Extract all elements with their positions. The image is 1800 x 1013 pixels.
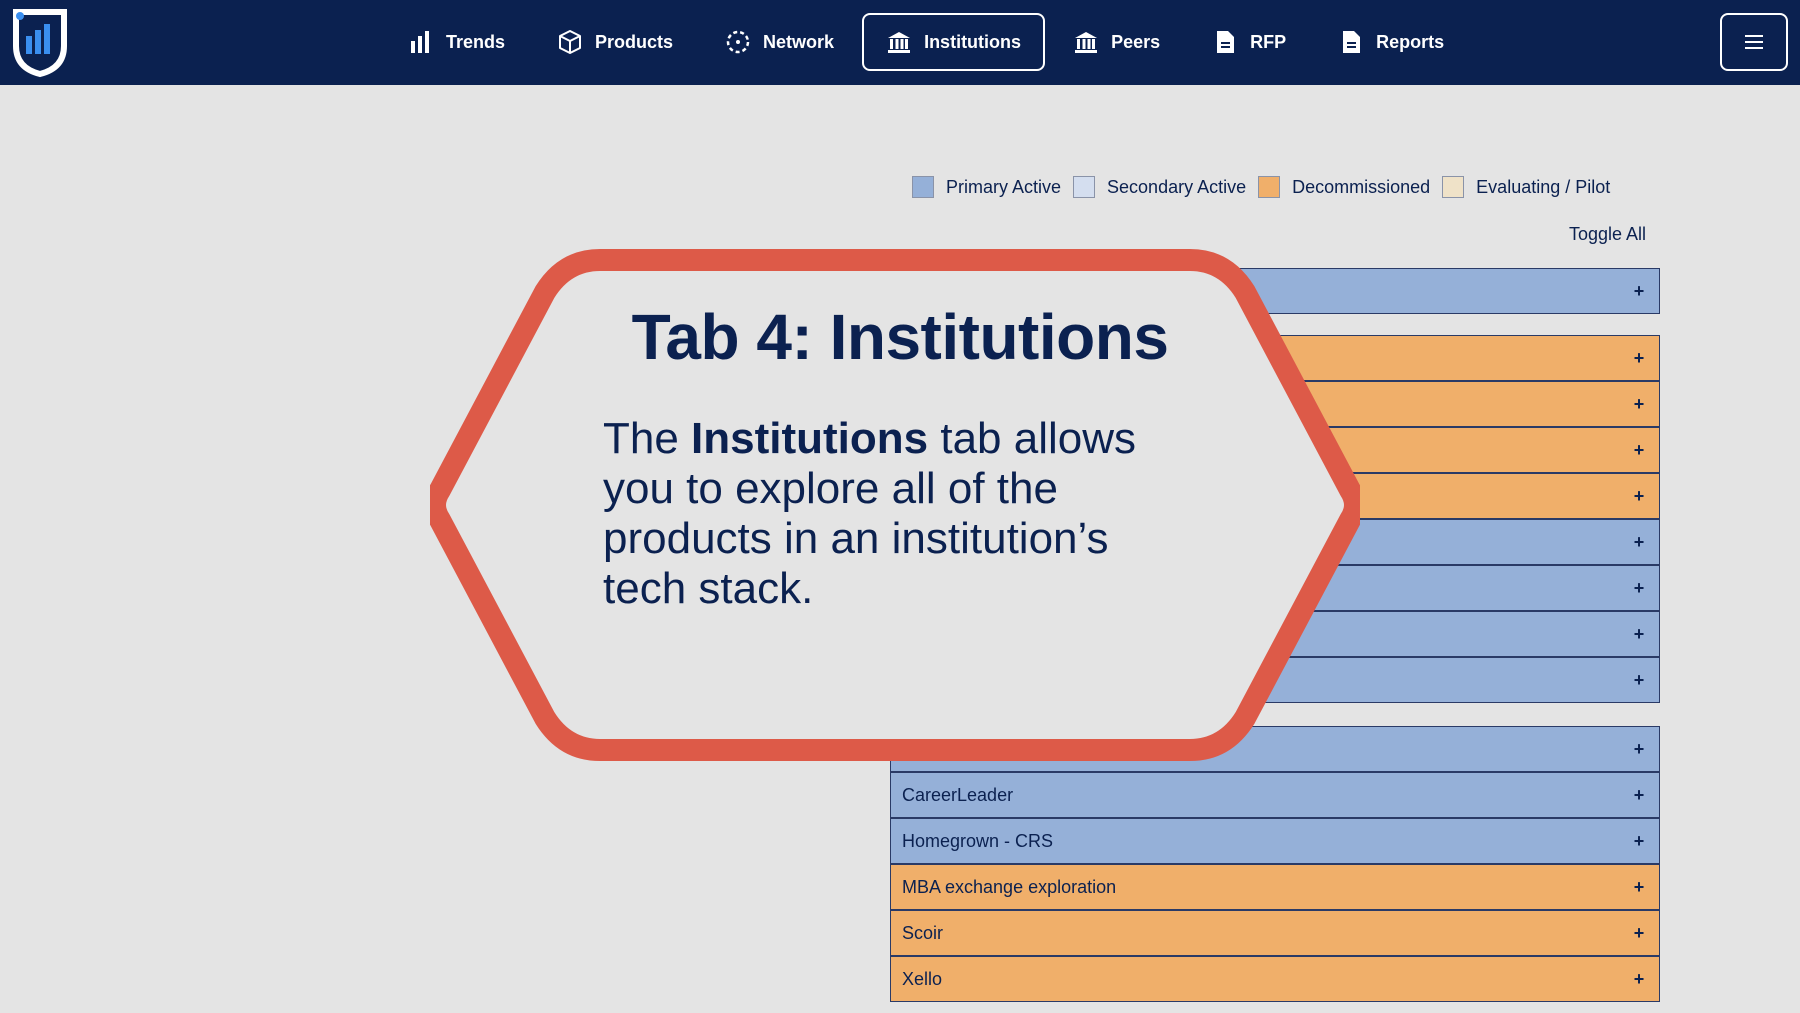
hamburger-icon <box>1745 35 1763 49</box>
nav-label: Peers <box>1111 31 1161 52</box>
product-name: Xello <box>902 968 943 989</box>
expand-plus-icon[interactable]: + <box>1619 785 1659 806</box>
legend-secondary-active: Secondary Active <box>1073 176 1246 198</box>
bank-icon <box>886 29 912 55</box>
product-row[interactable]: Xello + <box>890 956 1660 1002</box>
toggle-all-link[interactable]: Toggle All <box>1569 224 1646 245</box>
bar-chart-icon <box>408 29 434 55</box>
expand-plus-icon[interactable]: + <box>1619 831 1659 852</box>
top-navigation-bar: Trends Products Network Institutions Pee… <box>0 0 1800 85</box>
legend-primary-active: Primary Active <box>912 176 1061 198</box>
nav-institutions[interactable]: Institutions <box>862 13 1046 71</box>
product-name: Scoir <box>902 922 944 943</box>
legend-label: Decommissioned <box>1292 176 1431 197</box>
expand-plus-icon[interactable]: + <box>1619 486 1659 507</box>
app-logo[interactable] <box>8 6 72 78</box>
legend-label: Primary Active <box>946 176 1062 197</box>
nav-label: Products <box>595 31 674 52</box>
legend-swatch <box>1258 176 1281 198</box>
expand-plus-icon[interactable]: + <box>1619 578 1659 599</box>
product-name: MBA exchange exploration <box>902 876 1117 897</box>
product-row[interactable]: CareerLeader + <box>890 772 1660 818</box>
nav-label: Reports <box>1376 31 1445 52</box>
expand-plus-icon[interactable]: + <box>1619 348 1659 369</box>
nav-trends[interactable]: Trends <box>384 13 529 71</box>
product-row[interactable]: Scoir + <box>890 910 1660 956</box>
expand-plus-icon[interactable]: + <box>1619 440 1659 461</box>
main-nav: Trends Products Network Institutions Pee… <box>384 12 1472 72</box>
legend-evaluating-pilot: Evaluating / Pilot <box>1442 176 1610 198</box>
legend-swatch <box>1442 176 1465 198</box>
expand-plus-icon[interactable]: + <box>1619 394 1659 415</box>
network-icon <box>725 29 751 55</box>
nav-rfp[interactable]: RFP <box>1188 13 1310 71</box>
expand-plus-icon[interactable]: + <box>1619 877 1659 898</box>
expand-plus-icon[interactable]: + <box>1619 670 1659 691</box>
legend-swatch <box>912 176 934 198</box>
product-row[interactable]: Homegrown - CRS + <box>890 818 1660 864</box>
expand-plus-icon[interactable]: + <box>1619 281 1659 302</box>
product-row[interactable]: MBA exchange exploration + <box>890 864 1660 910</box>
product-name: Homegrown - CRS <box>902 830 1054 851</box>
document-icon <box>1338 29 1364 55</box>
expand-plus-icon[interactable]: + <box>1619 532 1659 553</box>
callout-body-pre: The <box>603 414 692 463</box>
nav-peers[interactable]: Peers <box>1049 13 1184 71</box>
expand-plus-icon[interactable]: + <box>1619 624 1659 645</box>
box-icon <box>557 29 583 55</box>
nav-label: RFP <box>1250 31 1287 52</box>
shield-chart-logo-icon <box>13 9 67 78</box>
expand-plus-icon[interactable]: + <box>1619 969 1659 990</box>
callout-body-bold: Institutions <box>691 414 929 463</box>
legend-decommissioned: Decommissioned <box>1258 176 1430 198</box>
legend-label: Evaluating / Pilot <box>1476 176 1611 197</box>
menu-button[interactable] <box>1720 13 1788 71</box>
bank-icon <box>1073 29 1099 55</box>
legend-label: Secondary Active <box>1107 176 1247 197</box>
nav-label: Network <box>763 31 835 52</box>
nav-label: Trends <box>446 31 506 52</box>
nav-label: Institutions <box>924 31 1022 52</box>
expand-plus-icon[interactable]: + <box>1619 739 1659 760</box>
document-icon <box>1212 29 1238 55</box>
status-legend: Primary Active Secondary Active Decommis… <box>912 176 1622 198</box>
expand-plus-icon[interactable]: + <box>1619 923 1659 944</box>
nav-network[interactable]: Network <box>701 13 858 71</box>
nav-reports[interactable]: Reports <box>1314 13 1468 71</box>
legend-swatch <box>1073 176 1096 198</box>
callout-body: The Institutions tab allows you to explo… <box>603 414 1163 614</box>
product-name: CareerLeader <box>902 784 1014 805</box>
callout-title: Tab 4: Institutions <box>631 301 1169 373</box>
nav-products[interactable]: Products <box>533 13 697 71</box>
